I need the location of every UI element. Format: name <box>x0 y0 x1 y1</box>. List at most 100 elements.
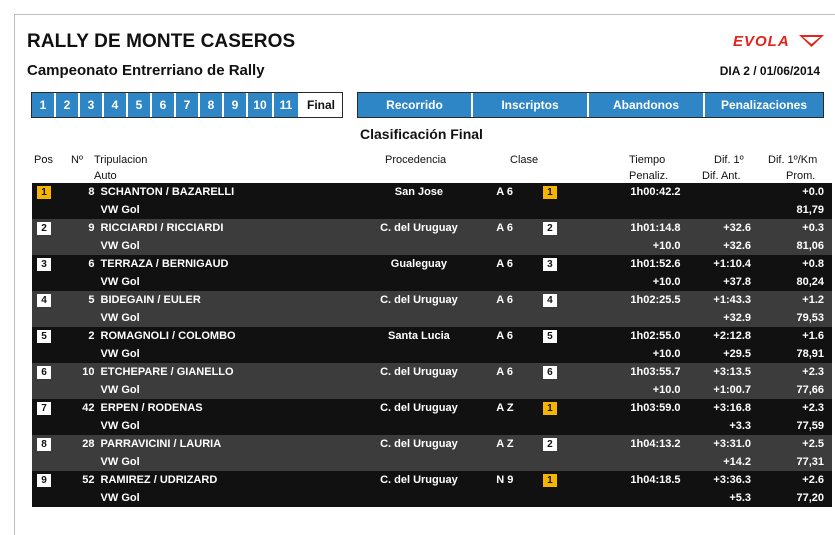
diff-previous: +32.9 <box>680 309 752 327</box>
empty-cell <box>345 381 493 399</box>
empty-cell <box>67 201 101 219</box>
position-badge: 9 <box>37 473 51 487</box>
tab-penalizaciones[interactable]: Penalizaciones <box>705 93 823 117</box>
stage-button-10[interactable]: 10 <box>248 93 274 117</box>
table-row[interactable]: 5 2 ROMAGNOLI / COLOMBO Santa Lucia A 6 5 1h02… <box>32 327 832 345</box>
table-row[interactable]: 9 52 RAMIREZ / UDRIZARD C. del Uruguay N 91 1… <box>32 471 832 489</box>
table-row-detail: VW Gol 81,79 <box>32 201 832 219</box>
total-time: 1h01:14.8 <box>605 219 681 237</box>
empty-cell <box>492 417 543 435</box>
position-cell: 9 <box>32 471 68 489</box>
position-cell: 4 <box>32 291 68 309</box>
table-row-detail: VW Gol +5.3 77,20 <box>32 489 832 507</box>
diff-previous: +37.8 <box>680 273 752 291</box>
empty-cell <box>67 309 101 327</box>
empty-cell <box>345 489 493 507</box>
table-row-detail: VW Gol +14.2 77,31 <box>32 453 832 471</box>
stage-button-final[interactable]: Final <box>300 93 342 117</box>
stage-button-7[interactable]: 7 <box>176 93 200 117</box>
total-time: 1h02:55.0 <box>605 327 681 345</box>
empty-cell <box>32 201 68 219</box>
origin: San Jose <box>345 183 493 201</box>
total-time: 1h03:55.7 <box>605 363 681 381</box>
average-speed: 77,20 <box>751 489 832 507</box>
diff-first: +3:16.8 <box>680 399 752 417</box>
penalty <box>605 417 681 435</box>
class-position-badge: 2 <box>542 437 557 451</box>
empty-cell <box>345 453 493 471</box>
empty-cell <box>345 201 493 219</box>
empty-cell <box>32 489 68 507</box>
car-model: VW Gol <box>100 345 346 363</box>
table-row[interactable]: 8 28 PARRAVICINI / LAURIA C. del Uruguay A Z… <box>32 435 832 453</box>
empty-cell <box>32 309 68 327</box>
results-table: 1 8 SCHANTON / BAZARELLI San Jose A 6 1 1h00:4… <box>32 183 832 507</box>
empty-cell <box>32 237 68 255</box>
stage-button-5[interactable]: 5 <box>128 93 152 117</box>
diff-per-km: +2.3 <box>751 399 832 417</box>
car-number: 10 <box>67 363 101 381</box>
table-row[interactable]: 1 8 SCHANTON / BAZARELLI San Jose A 6 1 1h00:4… <box>32 183 832 201</box>
tab-abandonos[interactable]: Abandonos <box>589 93 705 117</box>
penalty: +10.0 <box>605 237 681 255</box>
class-position-cell: 1 <box>542 183 606 201</box>
col-car: Auto <box>94 170 117 182</box>
empty-cell <box>492 273 543 291</box>
car-model: VW Gol <box>100 381 346 399</box>
empty-cell <box>492 309 543 327</box>
position-cell: 8 <box>32 435 68 453</box>
class-name: A Z <box>492 435 543 453</box>
stage-button-11[interactable]: 11 <box>274 93 300 117</box>
diff-per-km: +2.5 <box>751 435 832 453</box>
origin: C. del Uruguay <box>345 399 493 417</box>
table-row[interactable]: 7 42 ERPEN / RODENAS C. del Uruguay A Z 1 1h03… <box>32 399 832 417</box>
diff-previous: +1:00.7 <box>680 381 752 399</box>
class-position-cell: 1 <box>542 399 606 417</box>
table-row[interactable]: 2 9 RICCIARDI / RICCIARDI C. del Uruguay A 6… <box>32 219 832 237</box>
diff-previous <box>680 201 752 219</box>
class-name: A 6 <box>492 255 543 273</box>
stage-button-1[interactable]: 1 <box>32 93 56 117</box>
stage-button-6[interactable]: 6 <box>152 93 176 117</box>
class-position-badge: 1 <box>542 473 557 487</box>
class-position-cell: 2 <box>542 435 606 453</box>
stage-button-9[interactable]: 9 <box>224 93 248 117</box>
stage-button-4[interactable]: 4 <box>104 93 128 117</box>
class-position-cell: 6 <box>542 363 606 381</box>
class-position-cell: 4 <box>542 291 606 309</box>
car-number: 2 <box>67 327 101 345</box>
total-time: 1h03:59.0 <box>605 399 681 417</box>
car-number: 6 <box>67 255 101 273</box>
col-dif1: Dif. 1º <box>714 154 744 166</box>
stage-button-8[interactable]: 8 <box>200 93 224 117</box>
empty-cell <box>492 489 543 507</box>
table-row[interactable]: 4 5 BIDEGAIN / EULER C. del Uruguay A 6 4 1h02… <box>32 291 832 309</box>
crew-name: PARRAVICINI / LAURIA <box>100 435 346 453</box>
position-badge: 8 <box>37 437 51 451</box>
page-title: RALLY DE MONTE CASEROS <box>27 31 296 52</box>
col-class: Clase <box>510 154 539 166</box>
empty-cell <box>492 453 543 471</box>
empty-cell <box>542 345 606 363</box>
tab-recorrido[interactable]: Recorrido <box>358 93 473 117</box>
total-time: 1h02:25.5 <box>605 291 681 309</box>
crew-name: BIDEGAIN / EULER <box>100 291 346 309</box>
class-name: A 6 <box>492 183 543 201</box>
stage-button-2[interactable]: 2 <box>56 93 80 117</box>
class-position-badge: 2 <box>542 221 557 235</box>
table-row[interactable]: 6 10 ETCHEPARE / GIANELLO C. del Uruguay A 6… <box>32 363 832 381</box>
empty-cell <box>67 381 101 399</box>
col-origin: Procedencia <box>385 154 447 166</box>
car-model: VW Gol <box>100 417 346 435</box>
average-speed: 77,31 <box>751 453 832 471</box>
tab-inscriptos[interactable]: Inscriptos <box>473 93 589 117</box>
total-time: 1h00:42.2 <box>605 183 681 201</box>
table-row-detail: VW Gol +32.9 79,53 <box>32 309 832 327</box>
empty-cell <box>345 417 493 435</box>
stage-button-3[interactable]: 3 <box>80 93 104 117</box>
table-row[interactable]: 3 6 TERRAZA / BERNIGAUD Gualeguay A 6 3 1h01:5… <box>32 255 832 273</box>
average-speed: 77,59 <box>751 417 832 435</box>
empty-cell <box>492 201 543 219</box>
table-row-detail: VW Gol +10.0 +37.8 80,24 <box>32 273 832 291</box>
stage-selector: 1 2 3 4 5 6 7 8 9 10 11 Final <box>31 92 343 118</box>
